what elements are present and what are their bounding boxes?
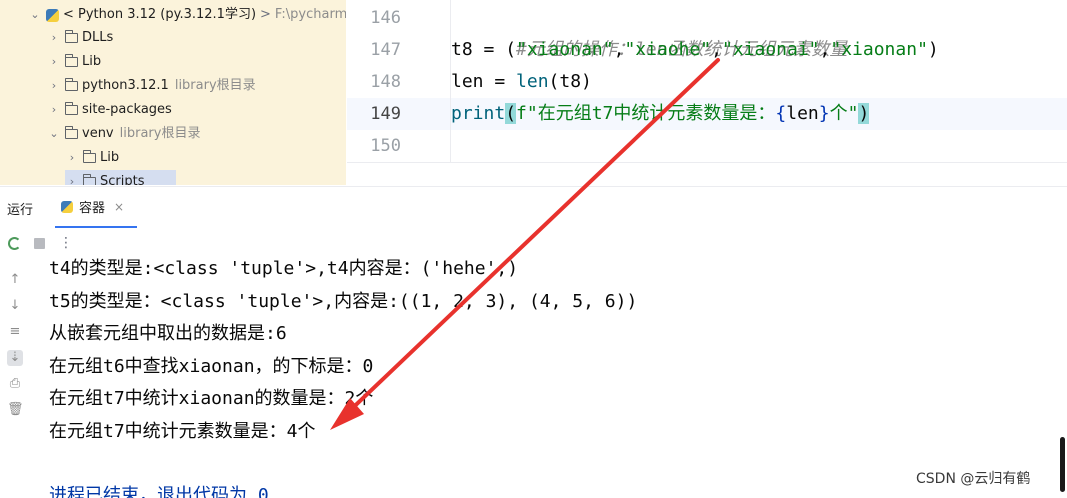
code-comma: ,	[711, 39, 722, 60]
line-gutter: 146 147 148 149 150	[347, 0, 451, 162]
rerun-icon[interactable]	[8, 236, 21, 250]
python-sdk-icon	[46, 8, 59, 22]
code-string: "xiaonan"	[830, 39, 928, 60]
console-line: 在元组t6中查找xiaonan，的下标是：0	[49, 356, 374, 377]
folder-icon	[64, 30, 78, 43]
tree-item-dlls[interactable]: › DLLs	[47, 26, 113, 50]
tree-item-label: venv	[82, 126, 114, 141]
tree-root-path: F:\pycharm-l	[274, 7, 346, 22]
tree-item-site-packages[interactable]: › site-packages	[47, 98, 172, 122]
code-string: "xiaohe"	[624, 39, 712, 60]
tree-item-label: Lib	[82, 54, 102, 69]
code-line-150[interactable]	[451, 130, 1067, 162]
tree-root-label: < Python 3.12 (py.3.12.1学习)	[63, 7, 257, 22]
code-comma: ,	[613, 39, 625, 60]
tree-item-venv-lib[interactable]: › Lib	[65, 146, 119, 170]
code-op: = (	[472, 39, 517, 60]
code-string: "xiaonai"	[721, 39, 820, 60]
console-line: t5的类型是：<class 'tuple'>,内容是:((1, 2, 3), (…	[49, 291, 638, 312]
tree-item-label: site-packages	[82, 102, 172, 117]
code-line-147[interactable]: t8 = ("xiaonan","xiaohe","xiaonai","xiao…	[451, 34, 1067, 66]
console-output[interactable]: t4的类型是:<class 'tuple'>,t4内容是：('hehe',) t…	[49, 258, 1049, 498]
scroll-up-icon[interactable]: ↑	[7, 272, 23, 288]
chevron-right-icon[interactable]: ›	[47, 26, 61, 50]
chevron-right-icon[interactable]: ›	[47, 74, 61, 98]
tab-run-config[interactable]: 容器 ×	[55, 187, 137, 228]
folder-icon	[64, 78, 78, 91]
code-editor[interactable]: 146 147 148 149 150 #元组的操作：len函数统计元组元素数量…	[347, 0, 1067, 162]
breadcrumb-separator: >	[260, 7, 271, 22]
tree-item-python3121[interactable]: › python3.12.1 library根目录	[47, 74, 256, 98]
code-paren-highlight: )	[858, 103, 870, 124]
project-tree: ⌄ < Python 3.12 (py.3.12.1学习) > F:\pycha…	[0, 0, 346, 185]
console-scrollbar[interactable]	[1060, 437, 1065, 492]
folder-icon	[82, 150, 96, 163]
code-string: "xiaonan"	[516, 39, 614, 60]
folder-icon	[82, 174, 96, 185]
folder-icon	[64, 126, 78, 139]
trash-icon[interactable]: 🗑	[7, 402, 24, 418]
print-icon[interactable]: ⎙	[7, 376, 23, 392]
tree-item-venv[interactable]: ⌄ venv library根目录	[47, 122, 200, 146]
code-brace: {	[775, 103, 787, 124]
tree-item-label: Lib	[100, 150, 120, 165]
stop-icon[interactable]	[34, 237, 45, 249]
chevron-right-icon[interactable]: ›	[47, 50, 61, 74]
close-icon[interactable]: ×	[114, 200, 124, 214]
tree-item-label: python3.12.1	[82, 78, 169, 93]
tree-item-lib[interactable]: › Lib	[47, 50, 101, 74]
line-number: 148	[370, 72, 401, 92]
code-line-148[interactable]: len = len(t8)	[451, 66, 1067, 98]
code-brace: }	[818, 103, 830, 124]
console-side-toolbar: ↑ ↓ ≡ ⇣ ⎙ 🗑	[0, 260, 30, 498]
line-number: 146	[370, 8, 401, 28]
console-line: 在元组t7中统计xiaonan的数量是：2个	[49, 388, 374, 409]
line-number: 150	[370, 136, 401, 156]
tree-item-label: DLLs	[82, 30, 114, 45]
console-line: 在元组t7中统计元素数量是：4个	[49, 421, 316, 442]
csdn-watermark: CSDN @云归有鹤	[916, 471, 1031, 487]
console-line: t4的类型是:<class 'tuple'>,t4内容是：('hehe',)	[49, 258, 519, 279]
tree-item-scripts[interactable]: › Scripts	[65, 170, 176, 185]
tree-root-row[interactable]: ⌄ < Python 3.12 (py.3.12.1学习) > F:\pycha…	[28, 3, 346, 27]
code-fstring: 个"	[829, 103, 859, 124]
run-tab-label: 容器	[79, 201, 106, 216]
console-line: 从嵌套元组中取出的数据是:6	[49, 323, 287, 344]
code-paren-highlight: (	[505, 103, 517, 124]
more-options-icon[interactable]: ⋮	[59, 236, 73, 250]
python-file-icon	[61, 200, 73, 213]
tree-item-label: Scripts	[100, 174, 145, 185]
folder-icon	[64, 54, 78, 67]
code-args: (t8)	[548, 71, 592, 92]
code-close: )	[927, 39, 939, 60]
chevron-down-icon[interactable]: ⌄	[28, 3, 42, 27]
folder-icon	[64, 102, 78, 115]
tree-item-note: library根目录	[174, 78, 256, 93]
scroll-to-end-icon[interactable]: ⇣	[7, 350, 23, 366]
code-line-146[interactable]: #元组的操作：len函数统计元组元素数量	[451, 2, 1067, 60]
code-var: len	[786, 103, 819, 124]
run-window-title: 运行	[7, 203, 34, 218]
run-tool-window-header: 运行 容器 ×	[0, 186, 1067, 228]
chevron-down-icon[interactable]: ⌄	[47, 122, 61, 146]
console-exit-line: 进程已结束，退出代码为 0	[49, 485, 269, 498]
code-assign: len =	[451, 71, 517, 92]
code-fstring: f"在元组t7中统计元素数量是：	[516, 103, 776, 124]
editor-bottom-border	[347, 162, 1067, 163]
code-comma: ,	[819, 39, 831, 60]
line-number-current: 149	[347, 98, 451, 130]
code-var: t8	[451, 39, 473, 60]
code-function: len	[516, 71, 549, 92]
tree-item-note: library根目录	[119, 126, 201, 141]
line-number: 147	[370, 40, 401, 60]
pycharm-window: ⌄ < Python 3.12 (py.3.12.1学习) > F:\pycha…	[0, 0, 1067, 498]
scroll-down-icon[interactable]: ↓	[7, 298, 23, 314]
chevron-right-icon[interactable]: ›	[65, 170, 79, 185]
chevron-right-icon[interactable]: ›	[47, 98, 61, 122]
code-function: print	[451, 103, 506, 124]
code-line-149[interactable]: print(f"在元组t7中统计元素数量是：{len}个")	[451, 98, 1067, 130]
chevron-right-icon[interactable]: ›	[65, 146, 79, 170]
soft-wrap-icon[interactable]: ≡	[7, 324, 23, 340]
